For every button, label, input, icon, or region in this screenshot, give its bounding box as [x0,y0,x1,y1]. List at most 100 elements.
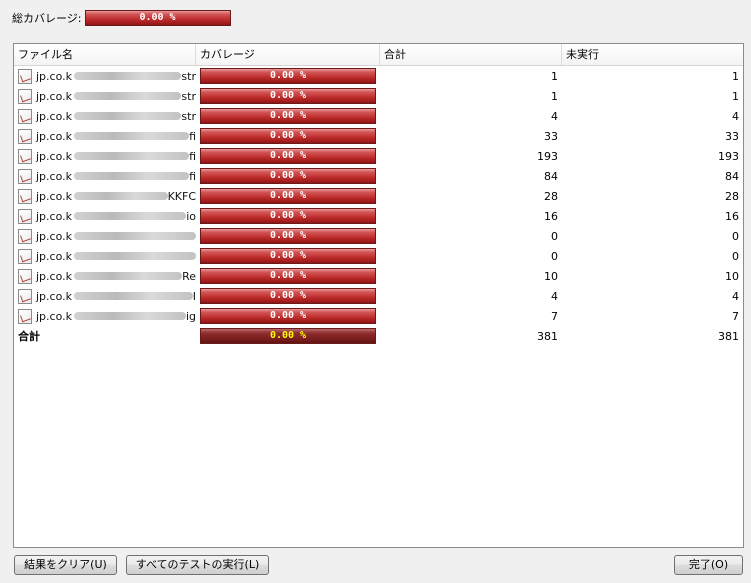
coverage-cell: 0.00 % [196,86,380,106]
file-name-cell: jp.co.k fi [14,166,196,186]
total-cell: 4 [551,109,558,123]
file-name-prefix: jp.co.k [36,269,72,283]
file-name-cell: jp.co.k [14,226,196,246]
file-name-suffix: str [181,89,196,103]
unexecuted-cell: 10 [725,269,739,283]
total-cell: 28 [544,189,558,203]
file-name-suffix: fi [189,149,196,163]
total-cell: 0 [551,249,558,263]
file-name-suffix: KKFC [167,189,196,203]
total-coverage-summary: 総カバレージ: 0.00 % [12,9,231,26]
clear-results-button[interactable]: 結果をクリア(U) [14,555,117,575]
table-row[interactable]: jp.co.k KKFC 0.00 % 28 28 [14,186,743,206]
coverage-bar: 0.00 % [200,208,376,224]
unexecuted-cell: 1 [732,69,739,83]
java-file-icon [18,208,32,224]
table-header: ファイル名 カバレージ 合計 未実行 [14,44,743,66]
java-file-icon [18,268,32,284]
column-header-coverage[interactable]: カバレージ [196,44,380,65]
java-file-icon [18,68,32,84]
table-row[interactable]: jp.co.k fi 0.00 % 193 193 [14,146,743,166]
table-row[interactable]: jp.co.k 0.00 % 0 0 [14,226,743,246]
file-name-prefix: jp.co.k [36,289,72,303]
unexecuted-cell: 33 [725,129,739,143]
run-all-tests-button[interactable]: すべてのテストの実行(L) [126,555,269,575]
coverage-bar: 0.00 % [200,168,376,184]
total-row[interactable]: 合計 0.00 % 381 381 [14,326,743,346]
table-row[interactable]: jp.co.k str 0.00 % 1 1 [14,66,743,86]
file-name-prefix: jp.co.k [36,209,72,223]
file-name-prefix: jp.co.k [36,189,72,203]
total-cell: 84 [544,169,558,183]
java-file-icon [18,308,32,324]
redacted-text [74,232,196,240]
total-cell: 16 [544,209,558,223]
file-name-suffix: str [181,69,196,83]
file-name-cell: jp.co.k I [14,286,196,306]
redacted-text [74,272,183,280]
coverage-bar: 0.00 % [200,268,376,284]
file-name-cell: jp.co.k Re [14,266,196,286]
total-cell: 33 [544,129,558,143]
unexecuted-cell: 28 [725,189,739,203]
coverage-bar: 0.00 % [200,228,376,244]
coverage-cell: 0.00 % [196,306,380,326]
coverage-bar: 0.00 % [200,248,376,264]
coverage-cell: 0.00 % [196,286,380,306]
table-row[interactable]: jp.co.k I 0.00 % 4 4 [14,286,743,306]
table-row[interactable]: jp.co.k Re 0.00 % 10 10 [14,266,743,286]
coverage-cell: 0.00 % [196,186,380,206]
file-name-prefix: jp.co.k [36,169,72,183]
table-row[interactable]: jp.co.k fi 0.00 % 84 84 [14,166,743,186]
redacted-text [74,132,190,140]
column-header-unexecuted[interactable]: 未実行 [562,44,743,65]
redacted-text [74,172,190,180]
coverage-bar: 0.00 % [200,308,376,324]
redacted-text [74,192,168,200]
file-name-prefix: jp.co.k [36,149,72,163]
unexecuted-cell: 7 [732,309,739,323]
file-name-suffix: fi [189,169,196,183]
coverage-bar: 0.00 % [200,68,376,84]
unexecuted-cell: 16 [725,209,739,223]
file-name-cell: jp.co.k str [14,66,196,86]
total-label-cell: 合計 [14,326,196,346]
java-file-icon [18,168,32,184]
column-header-file[interactable]: ファイル名 [14,44,196,65]
coverage-bar: 0.00 % [200,288,376,304]
coverage-cell: 0.00 % [196,226,380,246]
coverage-cell: 0.00 % [196,146,380,166]
file-name-cell: jp.co.k fi [14,146,196,166]
java-file-icon [18,88,32,104]
unexecuted-cell: 84 [725,169,739,183]
file-name-cell: jp.co.k fi [14,126,196,146]
coverage-cell: 0.00 % [196,266,380,286]
table-row[interactable]: jp.co.k str 0.00 % 4 4 [14,106,743,126]
done-button[interactable]: 完了(O) [674,555,743,575]
coverage-cell: 0.00 % [196,166,380,186]
file-name-suffix: fi [189,129,196,143]
total-coverage-bar: 0.00 % [84,9,231,26]
total-cell: 10 [544,269,558,283]
total-cell: 7 [551,309,558,323]
table-row[interactable]: jp.co.k io 0.00 % 16 16 [14,206,743,226]
total-coverage-cell: 0.00 % [196,326,380,346]
coverage-bar: 0.00 % [200,128,376,144]
redacted-text [74,72,182,80]
table-row[interactable]: jp.co.k str 0.00 % 1 1 [14,86,743,106]
table-row[interactable]: jp.co.k ig 0.00 % 7 7 [14,306,743,326]
java-file-icon [18,288,32,304]
table-row[interactable]: jp.co.k 0.00 % 0 0 [14,246,743,266]
unexecuted-cell: 193 [718,149,739,163]
file-name-cell: jp.co.k KKFC [14,186,196,206]
java-file-icon [18,148,32,164]
file-name-cell: jp.co.k [14,246,196,266]
total-cell: 193 [537,149,558,163]
coverage-bar: 0.00 % [200,188,376,204]
table-row[interactable]: jp.co.k fi 0.00 % 33 33 [14,126,743,146]
file-name-prefix: jp.co.k [36,129,72,143]
file-name-prefix: jp.co.k [36,229,72,243]
column-header-total[interactable]: 合計 [380,44,562,65]
file-name-cell: jp.co.k str [14,106,196,126]
coverage-cell: 0.00 % [196,106,380,126]
